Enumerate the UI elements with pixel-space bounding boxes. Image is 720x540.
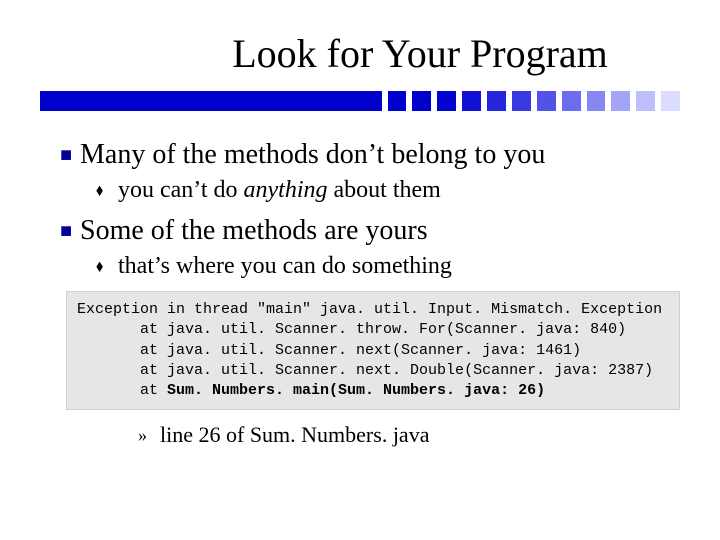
bullet-text: Some of the methods are yours [80, 215, 680, 247]
bullet-text: line 26 of Sum. Numbers. java [160, 422, 680, 448]
angle-bullet-icon: » [138, 422, 160, 448]
stripe-block [562, 91, 581, 111]
code-line: at java. util. Scanner. next(Scanner. ja… [77, 342, 581, 359]
slide: Look for Your Program ■ Many of the meth… [0, 0, 720, 540]
stripe-block [537, 91, 556, 111]
bullet-text: Many of the methods don’t belong to you [80, 139, 680, 171]
bullet-level2: ⬧ you can’t do anything about them [96, 177, 680, 205]
square-bullet-icon: ■ [60, 215, 80, 247]
code-line: Exception in thread "main" java. util. I… [77, 301, 662, 318]
bullet-level1: ■ Some of the methods are yours [60, 215, 680, 247]
text-segment: you can’t do [118, 177, 244, 203]
stripe-block [412, 91, 431, 111]
code-line-prefix: at [77, 382, 167, 399]
square-bullet-icon: ■ [60, 139, 80, 171]
bullet-text: you can’t do anything about them [118, 177, 680, 204]
stripe-block [636, 91, 655, 111]
stripe-block [611, 91, 630, 111]
stripe-block [462, 91, 481, 111]
stripe-block [388, 91, 407, 111]
text-segment: about them [328, 177, 441, 203]
code-line: at java. util. Scanner. throw. For(Scann… [77, 321, 626, 338]
stack-trace-box: Exception in thread "main" java. util. I… [66, 291, 680, 410]
stripe-block [587, 91, 606, 111]
code-line: at java. util. Scanner. next. Double(Sca… [77, 362, 653, 379]
bullet-level1: ■ Many of the methods don’t belong to yo… [60, 139, 680, 171]
bullet-level3: » line 26 of Sum. Numbers. java [138, 422, 680, 448]
code-line-highlight: Sum. Numbers. main(Sum. Numbers. java: 2… [167, 382, 545, 399]
stripe-block [487, 91, 506, 111]
bullet-text: that’s where you can do something [118, 253, 680, 280]
content-area: ■ Many of the methods don’t belong to yo… [40, 139, 680, 448]
stripe-solid [40, 91, 382, 111]
diamond-bullet-icon: ⬧ [96, 253, 118, 281]
stripe-block [512, 91, 531, 111]
bullet-level2: ⬧ that’s where you can do something [96, 253, 680, 281]
decorative-stripe [40, 91, 680, 111]
stripe-block [437, 91, 456, 111]
diamond-bullet-icon: ⬧ [96, 177, 118, 205]
stripe-block [661, 91, 680, 111]
italic-text: anything [244, 177, 328, 203]
slide-title: Look for Your Program [40, 30, 680, 77]
